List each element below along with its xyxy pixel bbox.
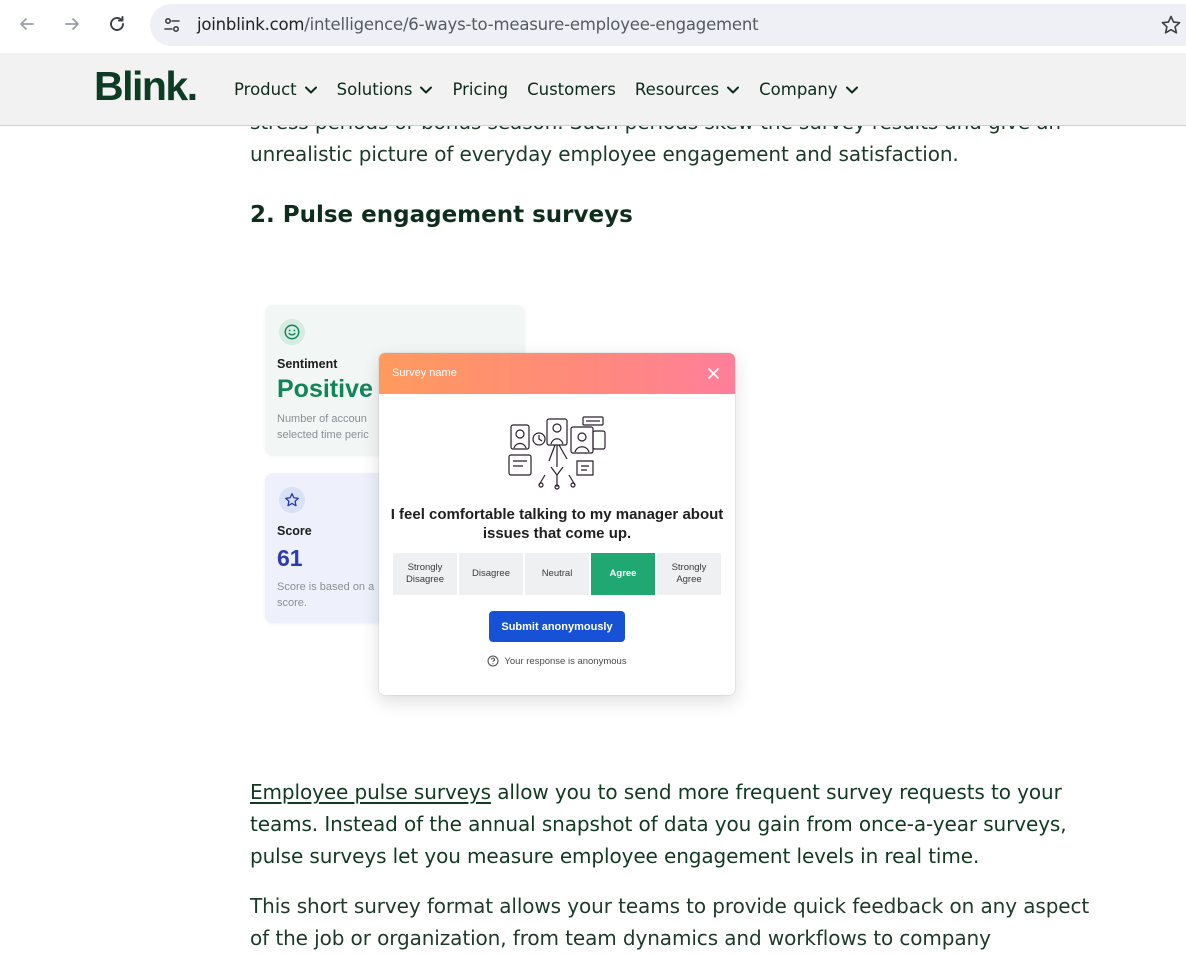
nav-pricing[interactable]: Pricing [452, 80, 508, 99]
chevron-down-icon [304, 86, 317, 93]
nav-resources[interactable]: Resources [635, 80, 740, 99]
score-desc-line2: score. [277, 597, 307, 609]
score-value: 61 [277, 545, 303, 571]
reload-button[interactable] [103, 10, 131, 38]
submit-anonymously-button[interactable]: Submit anonymously [489, 611, 625, 642]
article-paragraph-pulse: Employee pulse surveys allow you to send… [250, 780, 1067, 868]
arrow-right-icon [65, 18, 79, 30]
option-disagree[interactable]: Disagree [459, 553, 523, 595]
blink-logo[interactable]: Blink. [94, 63, 198, 110]
section-heading: 2. Pulse engagement surveys [250, 202, 633, 228]
sentiment-desc-line1: Number of accoun [277, 413, 367, 425]
survey-modal: Survey name I feel comfortable talking t… [379, 353, 735, 695]
score-label: Score [277, 524, 312, 538]
sentiment-value: Positive [277, 375, 373, 403]
survey-question: I feel comfortable talking to my manager… [390, 506, 724, 542]
score-desc-line1: Score is based on a [277, 581, 375, 593]
chevron-down-icon [727, 86, 740, 93]
nav-solutions[interactable]: Solutions [337, 80, 434, 99]
team-doodle-illustration [508, 416, 606, 490]
sentiment-label: Sentiment [277, 357, 338, 371]
employee-pulse-surveys-link[interactable]: Employee pulse surveys [250, 780, 491, 804]
survey-title: Survey name [392, 367, 457, 379]
option-neutral[interactable]: Neutral [525, 553, 589, 595]
chevron-down-icon [420, 86, 433, 93]
article-paragraph-short-survey: This short survey format allows your tea… [250, 894, 1090, 950]
back-button[interactable] [13, 10, 41, 38]
option-strongly-agree[interactable]: Strongly Agree [657, 553, 721, 595]
option-strongly-disagree[interactable]: Strongly Disagree [393, 553, 457, 595]
forward-button[interactable] [58, 10, 86, 38]
smiley-icon [279, 319, 305, 345]
main-nav: Product Solutions Pricing Customers Reso… [234, 80, 878, 99]
help-circle-icon [487, 655, 499, 667]
site-settings-icon[interactable] [162, 15, 182, 35]
likert-scale: Strongly Disagree Disagree Neutral Agree… [393, 553, 721, 595]
arrow-left-icon [20, 18, 34, 30]
option-agree[interactable]: Agree [591, 553, 655, 595]
nav-product[interactable]: Product [234, 80, 318, 99]
close-icon[interactable] [706, 366, 721, 381]
survey-modal-header: Survey name [379, 353, 735, 394]
anonymous-note: Your response is anonymous [379, 655, 735, 667]
url-text: joinblink.com/intelligence/6-ways-to-mea… [197, 15, 759, 34]
address-bar[interactable]: joinblink.com/intelligence/6-ways-to-mea… [150, 4, 1186, 46]
site-header: Blink. Product Solutions Pricing Custome… [0, 53, 1186, 126]
chevron-down-icon [845, 86, 858, 93]
nav-company[interactable]: Company [759, 80, 859, 99]
browser-toolbar: joinblink.com/intelligence/6-ways-to-mea… [0, 0, 1186, 50]
reload-icon [110, 16, 124, 31]
bookmark-star-icon[interactable] [1160, 14, 1182, 36]
star-icon [279, 487, 305, 513]
sentiment-desc-line2: selected time peric [277, 429, 369, 441]
nav-customers[interactable]: Customers [527, 80, 616, 99]
